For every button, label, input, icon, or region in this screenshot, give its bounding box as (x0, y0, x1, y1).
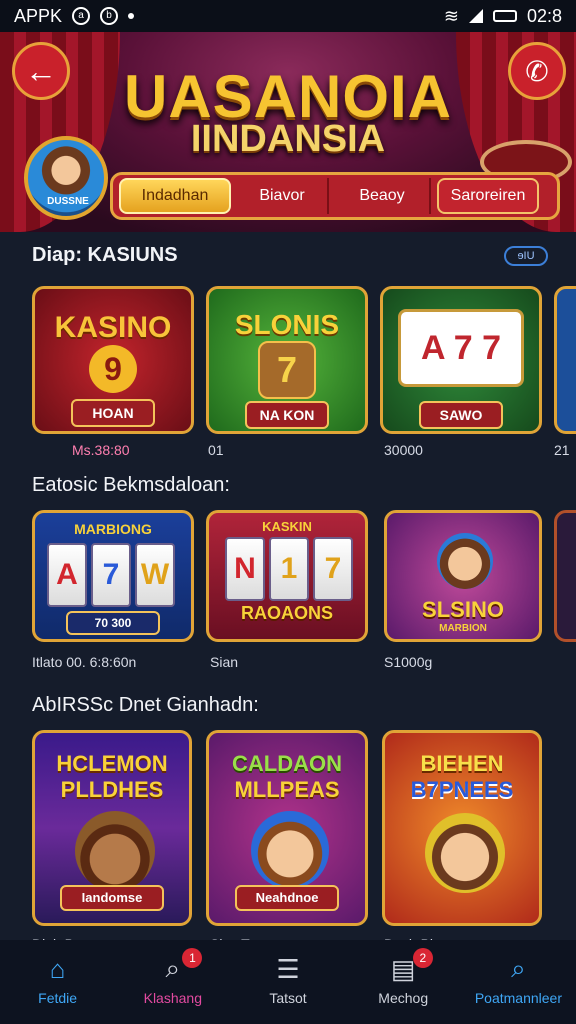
character-icon (251, 811, 329, 889)
nav-label: Klashang (143, 990, 202, 1006)
back-button[interactable]: ← (12, 42, 70, 100)
search-icon: ⌕ (511, 953, 526, 983)
status-time: 02:8 (526, 5, 562, 26)
game-card-partial[interactable] (554, 510, 576, 642)
card-button[interactable]: Iandomse (60, 885, 164, 911)
status-app-label: APPK (14, 5, 63, 26)
tab-indadhan[interactable]: Indadhan (119, 178, 231, 214)
reel: 1 (269, 537, 309, 601)
bottom-nav: ⌂ Fetdie ⌕ 1 Klashang ☰ Tatsot ▤ 2 Mecho… (0, 940, 576, 1024)
card-button[interactable]: RAOAONS (209, 603, 365, 624)
card-subtitle: MLLPEAS (234, 777, 340, 802)
card-button[interactable]: Neahdnoe (235, 885, 339, 911)
card-title: SLSINO (422, 597, 504, 622)
card-caption: Itlato 00. 6:8:60n (32, 654, 137, 670)
game-card-partial[interactable] (554, 286, 576, 434)
nav-item-fetdie[interactable]: ⌂ Fetdie (0, 940, 115, 1024)
game-card-biehen[interactable]: BIEHEN B7PNEES (382, 730, 542, 926)
character-icon (425, 813, 505, 893)
card-title: SLONIS (234, 309, 340, 340)
reel: 7 (91, 543, 131, 607)
card-caption: Ms.38:80 (72, 442, 130, 458)
home-icon: ⌂ (49, 953, 66, 984)
game-card-caldaon[interactable]: CALDAON MLLPEAS Neahdnoe (206, 730, 368, 926)
card-button[interactable]: HOAN (71, 399, 155, 427)
card-button[interactable]: MARBION (387, 623, 539, 634)
nav-item-mechog[interactable]: ▤ 2 Mechog (346, 940, 461, 1024)
category-tabs: Indadhan Biavor Beaoy Saroreiren (110, 172, 560, 220)
nav-label: Tatsot (269, 990, 307, 1006)
reel: A (47, 543, 87, 607)
reel: 7 (313, 537, 353, 601)
card-caption: Sian (210, 654, 239, 670)
wifi-icon: ≋ (443, 5, 459, 26)
nav-label: Fetdie (38, 990, 78, 1006)
section-title-kasiuns: Diap: KASIUNS (32, 244, 178, 266)
tab-beaoy[interactable]: Beaoy (335, 178, 431, 214)
card-title: MARBIONG (74, 521, 152, 537)
notification-badge: 2 (412, 948, 433, 968)
game-card-slonis[interactable]: SLONIS 7 NA KON (206, 286, 368, 434)
list-icon: ☰ (276, 953, 300, 984)
signal-icon (468, 9, 483, 23)
reel: W (135, 543, 175, 607)
nav-label: Mechog (378, 990, 429, 1006)
phone-icon: ✆ (525, 55, 549, 87)
notification-icon-2: b (100, 7, 119, 25)
card-reels: A 7 7 (398, 309, 524, 387)
game-card-marbiong[interactable]: MARBIONG A 7 W 70 300 (32, 510, 194, 642)
card-caption: 01 (208, 442, 224, 458)
notification-icon: a (72, 7, 91, 25)
nav-item-tatsot[interactable]: ☰ Tatsot (230, 940, 345, 1024)
card-caption: 21 (554, 442, 570, 458)
avatar-label: DUSSNE (47, 196, 89, 207)
game-card-kaskin[interactable]: KASKIN N 1 7 RAOAONS (206, 510, 368, 642)
card-button[interactable]: NA KON (245, 401, 329, 429)
card-title: BIEHEN (420, 751, 504, 776)
card-title: CALDAON (232, 751, 342, 776)
tab-biavor[interactable]: Biavor (237, 178, 329, 214)
character-icon (437, 533, 493, 589)
character-icon (75, 811, 155, 891)
card-title: KASINO (54, 311, 172, 344)
card-caption: S1000g (384, 654, 433, 670)
tab-saroreiren[interactable]: Saroreiren (437, 178, 539, 214)
card-caption: 30000 (384, 442, 423, 458)
nav-label: Poatmannleer (474, 990, 562, 1006)
avatar[interactable] (24, 136, 108, 220)
card-button[interactable]: 70 300 (66, 611, 160, 635)
card-number: 7 (258, 341, 316, 399)
card-button[interactable]: SAWO (419, 401, 503, 429)
card-title: KASKIN (262, 519, 312, 534)
card-number: 9 (89, 345, 137, 393)
reel: N (225, 537, 265, 601)
game-card-slsino[interactable]: SLSINO MARBION (384, 510, 542, 642)
notification-badge: 1 (182, 948, 203, 968)
nav-item-poatmannleer[interactable]: ⌕ Poatmannleer (461, 940, 576, 1024)
game-card-hclemon[interactable]: HCLEMON PLLDHES Iandomse (32, 730, 192, 926)
section-title-eatosic: Eatosic Bekmsdaloan: (32, 474, 230, 496)
section-title-abirssc: AbIRSSc Dnet Gianhadn: (32, 694, 259, 716)
nav-item-klashang[interactable]: ⌕ 1 Klashang (115, 940, 230, 1024)
call-button[interactable]: ✆ (508, 42, 566, 100)
arrow-left-icon: ← (25, 52, 57, 89)
card-subtitle: B7PNEES (410, 777, 514, 802)
battery-icon (492, 10, 517, 22)
see-all-button[interactable]: ɘIU (504, 246, 548, 266)
game-card-kasino[interactable]: KASINO 9 HOAN (32, 286, 194, 434)
dot-icon (128, 13, 135, 19)
status-bar: APPK a b ≋ 02:8 (0, 0, 576, 32)
card-subtitle: PLLDHES (60, 777, 164, 802)
game-card-slots[interactable]: A 7 7 SAWO (380, 286, 542, 434)
card-title: HCLEMON (56, 751, 168, 776)
